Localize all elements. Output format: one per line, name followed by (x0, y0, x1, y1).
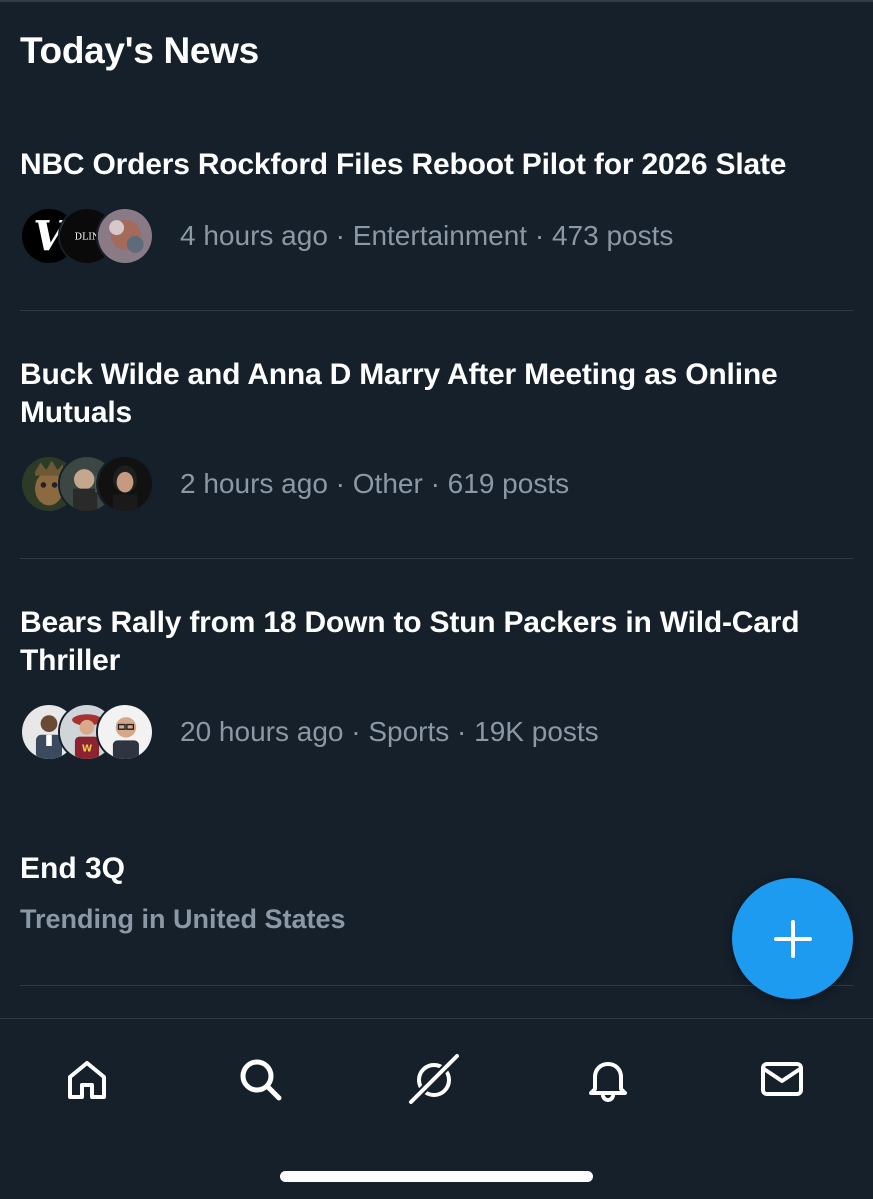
news-meta: 20 hours ago · Sports · 19K posts (180, 716, 599, 747)
tab-messages[interactable] (752, 1049, 812, 1109)
news-meta: 4 hours ago · Entertainment · 473 posts (180, 220, 674, 251)
news-meta-row: 2 hours ago · Other · 619 posts (20, 454, 854, 514)
top-border (0, 0, 873, 2)
grok-icon (409, 1054, 459, 1104)
tab-notifications[interactable] (578, 1049, 638, 1109)
home-indicator[interactable] (280, 1171, 593, 1182)
avatar-group (20, 455, 165, 513)
news-headline[interactable]: Bears Rally from 18 Down to Stun Packers… (20, 604, 854, 680)
trend-item[interactable]: End 3Q Trending in United States (20, 852, 346, 935)
avatar-group: W (20, 703, 165, 761)
news-item[interactable]: Buck Wilde and Anna D Marry After Meetin… (20, 356, 854, 514)
bell-icon (589, 1062, 627, 1103)
trend-subtitle: Trending in United States (20, 904, 346, 934)
avatar (96, 207, 154, 265)
tab-home[interactable] (57, 1049, 117, 1109)
divider (20, 310, 853, 311)
news-meta-row: W 20 hours ago · Sports · 19K posts (20, 702, 854, 762)
avatar (96, 703, 154, 761)
section-title: Today's News (20, 30, 259, 71)
search-icon (240, 1059, 282, 1101)
tab-grok[interactable] (404, 1049, 464, 1109)
news-meta: 2 hours ago · Other · 619 posts (180, 468, 570, 499)
news-headline[interactable]: Buck Wilde and Anna D Marry After Meetin… (20, 356, 854, 432)
trend-title[interactable]: End 3Q (20, 852, 346, 886)
home-icon (68, 1061, 106, 1099)
tab-search[interactable] (230, 1049, 290, 1109)
news-item[interactable]: NBC Orders Rockford Files Reboot Pilot f… (20, 146, 854, 266)
divider (20, 985, 853, 986)
mail-icon (761, 1062, 803, 1096)
news-meta-row: V DLINE 4 hours ago · Entertainment · 47… (20, 206, 854, 266)
news-headline[interactable]: NBC Orders Rockford Files Reboot Pilot f… (20, 146, 854, 184)
news-item[interactable]: Bears Rally from 18 Down to Stun Packers… (20, 604, 854, 762)
avatar-group: V DLINE (20, 207, 165, 265)
divider (20, 558, 853, 559)
avatar (96, 455, 154, 513)
compose-button[interactable] (732, 878, 853, 999)
svg-text:W: W (82, 744, 92, 755)
plus-icon (773, 919, 812, 958)
